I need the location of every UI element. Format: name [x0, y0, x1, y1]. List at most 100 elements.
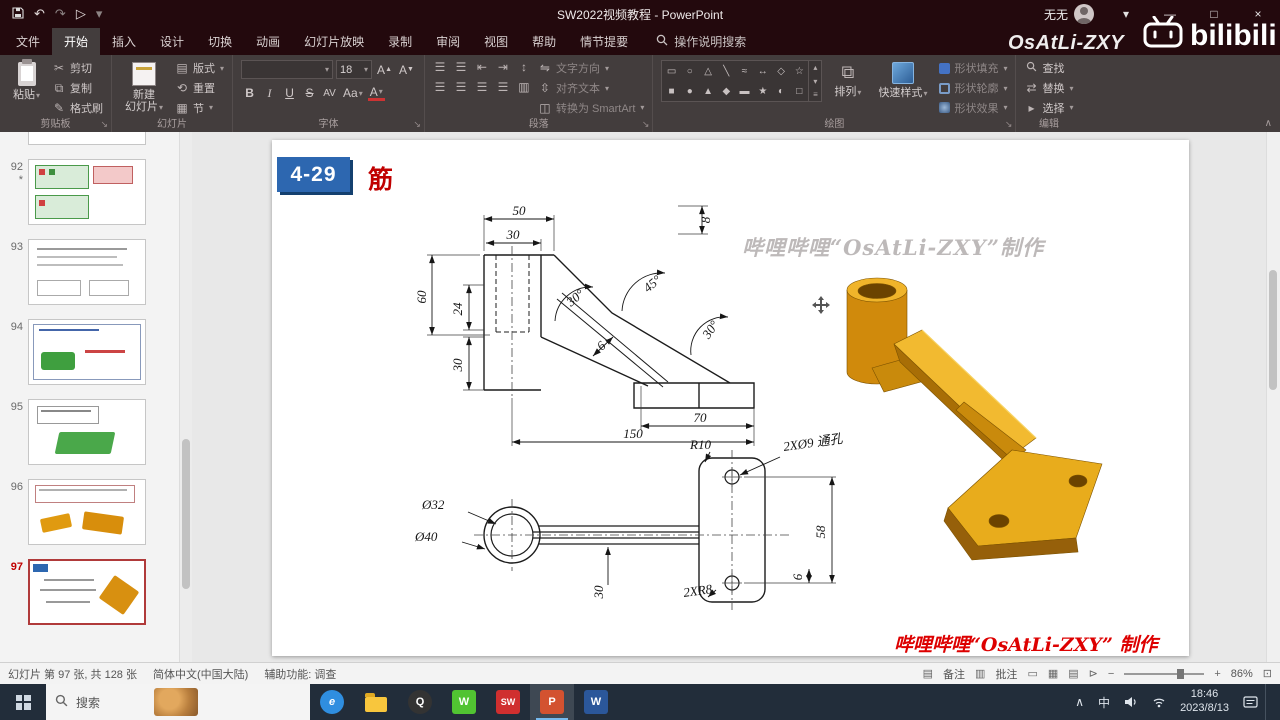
shapes-scroll[interactable]: ▴ ▾ ≡ — [809, 60, 823, 102]
taskbar-app-edge[interactable]: e — [310, 684, 354, 720]
shape-outline-button[interactable]: 形状轮廓 ▾ — [939, 80, 1007, 97]
slide-thumbnail-92[interactable] — [28, 159, 146, 225]
thumbnail-scrollbar[interactable] — [179, 132, 192, 662]
shape-effects-button[interactable]: 形状效果 ▾ — [939, 99, 1007, 116]
section-button[interactable]: ▦ 节 ▾ — [175, 99, 224, 116]
taskbar-app-qq[interactable]: Q — [398, 684, 442, 720]
align-right-icon[interactable]: ☰ — [475, 80, 489, 94]
underline-button[interactable]: U — [281, 84, 298, 102]
tab-view[interactable]: 视图 — [472, 28, 520, 55]
taskbar-search-input[interactable]: 搜索 — [46, 684, 310, 720]
shrink-font-button[interactable]: A ▼ — [397, 61, 416, 79]
tab-review[interactable]: 审阅 — [424, 28, 472, 55]
change-case-button[interactable]: Aa ▾ — [341, 84, 365, 102]
taskbar-app-wechat[interactable]: W — [442, 684, 486, 720]
reading-view-icon[interactable]: ▤ — [1068, 667, 1078, 680]
customize-quick-access-icon[interactable]: ▾ — [96, 6, 103, 22]
select-button[interactable]: ▸ 选择 ▾ — [1024, 99, 1073, 116]
tab-record[interactable]: 录制 — [376, 28, 424, 55]
format-painter-button[interactable]: ✎ 格式刷 — [52, 99, 103, 116]
network-icon[interactable] — [1145, 684, 1173, 720]
zoom-in-icon[interactable]: + — [1214, 668, 1220, 680]
tab-insert[interactable]: 插入 — [100, 28, 148, 55]
notes-button[interactable]: 备注 — [943, 666, 965, 682]
reset-button[interactable]: ⟲ 重置 — [175, 80, 224, 97]
volume-icon[interactable] — [1117, 684, 1145, 720]
tab-slideshow[interactable]: 幻灯片放映 — [292, 28, 376, 55]
tab-file[interactable]: 文件 — [4, 28, 52, 55]
start-button[interactable] — [0, 684, 46, 720]
paragraph-dialog-launcher[interactable]: ↘ — [642, 119, 650, 130]
arrange-button[interactable]: ⧉ 排列▾ — [829, 60, 866, 116]
action-center-icon[interactable] — [1236, 684, 1265, 720]
normal-view-icon[interactable]: ▭ — [1027, 667, 1037, 680]
paste-button[interactable]: 粘贴▾ — [8, 59, 45, 116]
redo-icon[interactable]: ↷ — [55, 6, 66, 22]
slide-thumbnail-96[interactable] — [28, 479, 146, 545]
align-text-button[interactable]: ⇳ 对齐文本 ▾ — [538, 80, 644, 97]
numbering-icon[interactable]: ☰ — [454, 60, 468, 74]
line-spacing-icon[interactable]: ↕ — [517, 60, 531, 74]
ime-indicator[interactable]: 中 — [1091, 684, 1117, 720]
italic-button[interactable]: I — [261, 84, 278, 102]
tab-storyboarding[interactable]: 情节提要 — [568, 28, 640, 55]
comments-button[interactable]: 批注 — [995, 666, 1017, 682]
font-size-combo[interactable]: 18 ▾ — [336, 60, 373, 79]
strikethrough-button[interactable]: S — [301, 84, 318, 102]
accessibility-status[interactable]: 辅助功能: 调查 — [264, 666, 336, 682]
copy-button[interactable]: ⧉ 复制 — [52, 80, 103, 97]
slide-sorter-view-icon[interactable]: ▦ — [1048, 667, 1058, 680]
align-left-icon[interactable]: ☰ — [433, 80, 447, 94]
user-avatar[interactable] — [1074, 4, 1094, 24]
taskbar-app-word[interactable]: W — [574, 684, 618, 720]
fit-slide-icon[interactable]: ⊡ — [1263, 667, 1272, 680]
taskbar-app-file-explorer[interactable] — [354, 684, 398, 720]
tell-me-search[interactable]: 操作说明搜索 — [656, 28, 746, 55]
search-highlight-image[interactable] — [154, 688, 199, 716]
find-button[interactable]: 查找 — [1024, 60, 1073, 77]
font-dialog-launcher[interactable]: ↘ — [413, 119, 421, 130]
character-spacing-button[interactable]: AV — [321, 84, 338, 102]
tab-design[interactable]: 设计 — [148, 28, 196, 55]
shapes-gallery[interactable]: ▭ ○ △ ╲ ≈ ↔ ◇ ☆ ■ ● ▲ ◆ ▬ ★ ◐ □ ▴ ▾ ≡ — [661, 60, 823, 116]
quick-styles-button[interactable]: 快速样式▾ — [873, 60, 932, 116]
clipboard-dialog-launcher[interactable]: ↘ — [100, 119, 108, 130]
drawing-dialog-launcher[interactable]: ↘ — [1005, 119, 1013, 130]
bold-button[interactable]: B — [241, 84, 258, 102]
tab-animations[interactable]: 动画 — [244, 28, 292, 55]
undo-icon[interactable]: ↶ — [34, 6, 45, 22]
new-slide-button[interactable]: 新建 幻灯片▾ — [120, 60, 168, 116]
tab-transitions[interactable]: 切换 — [196, 28, 244, 55]
zoom-level[interactable]: 86% — [1231, 668, 1253, 680]
increase-indent-icon[interactable]: ⇥ — [496, 60, 510, 74]
zoom-slider[interactable] — [1124, 668, 1205, 679]
columns-icon[interactable]: ▥ — [517, 80, 531, 94]
slide-thumbnail-91-partial[interactable] — [28, 132, 146, 145]
tab-home[interactable]: 开始 — [52, 28, 101, 55]
slide-scrollbar[interactable] — [1266, 132, 1280, 662]
grow-font-button[interactable]: A ▲ — [375, 61, 394, 79]
slide-thumbnail-95[interactable] — [28, 399, 146, 465]
convert-smartart-button[interactable]: ◫ 转换为 SmartArt ▾ — [538, 99, 644, 116]
account-area[interactable]: 无无 — [1034, 4, 1104, 24]
layout-button[interactable]: ▤ 版式 ▾ — [175, 60, 224, 77]
shape-fill-button[interactable]: 形状填充 ▾ — [939, 60, 1007, 77]
tab-help[interactable]: 帮助 — [520, 28, 568, 55]
slideshow-view-icon[interactable]: ⊳ — [1089, 667, 1098, 680]
language-status[interactable]: 简体中文(中国大陆) — [153, 666, 248, 682]
tray-expand-icon[interactable]: ∧ — [1068, 684, 1091, 720]
taskbar-app-powerpoint[interactable]: P — [530, 684, 574, 720]
align-center-icon[interactable]: ☰ — [454, 80, 468, 94]
collapse-ribbon-icon[interactable]: ∧ — [1265, 118, 1272, 129]
slide-thumbnail-94[interactable] — [28, 319, 146, 385]
font-color-button[interactable]: A ▾ — [367, 85, 385, 101]
save-icon[interactable] — [12, 6, 24, 22]
taskbar-app-solidworks[interactable]: SW — [486, 684, 530, 720]
slide-thumbnail-97[interactable] — [28, 559, 146, 625]
start-slideshow-icon[interactable]: ▷ — [76, 6, 86, 22]
justify-icon[interactable]: ☰ — [496, 80, 510, 94]
bullets-icon[interactable]: ☰ — [433, 60, 447, 74]
slide-canvas[interactable]: 50 30 8 60 24 30 150 70 30° 45° 30° 6 Ø3… — [272, 140, 1189, 656]
zoom-out-icon[interactable]: − — [1108, 668, 1114, 680]
show-desktop-button[interactable] — [1265, 684, 1280, 720]
